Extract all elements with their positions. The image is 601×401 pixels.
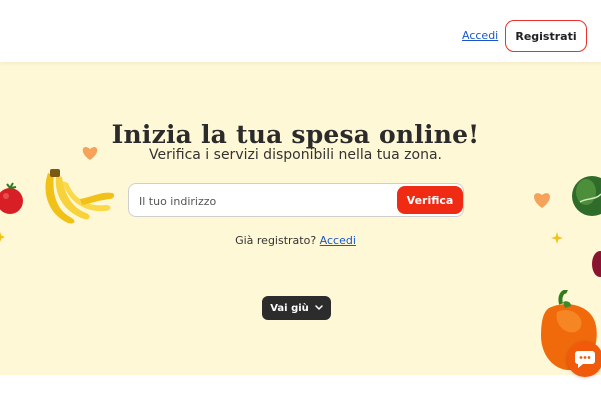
register-button[interactable]: Registrati [505, 20, 587, 52]
address-search-bar: Verifica [128, 183, 464, 218]
already-registered-text: Già registrato? [235, 234, 317, 247]
login-link-secondary[interactable]: Accedi [320, 234, 356, 247]
scroll-down-button[interactable]: Vai giù [262, 296, 331, 320]
banana-icon [45, 169, 115, 224]
page-subtitle: Verifica i servizi disponibili nella tua… [149, 147, 442, 163]
verify-button[interactable]: Verifica [397, 186, 463, 214]
hero-section: Inizia la tua spesa online! Verifica i s… [0, 62, 601, 375]
chevron-down-icon [315, 305, 323, 311]
scroll-down-label: Vai giù [270, 302, 309, 314]
already-registered-line: Già registrato? Accedi [0, 234, 591, 247]
heart-icon [534, 193, 550, 208]
top-header: Accedi Registrati [0, 0, 601, 62]
leafy-greens-icon [572, 176, 601, 277]
login-link[interactable]: Accedi [462, 29, 498, 42]
page-title: Inizia la tua spesa online! [111, 119, 480, 149]
chat-button[interactable] [567, 341, 601, 377]
address-input[interactable] [137, 184, 391, 218]
chat-bubble-icon [575, 351, 595, 368]
tomato-icon [0, 182, 23, 214]
